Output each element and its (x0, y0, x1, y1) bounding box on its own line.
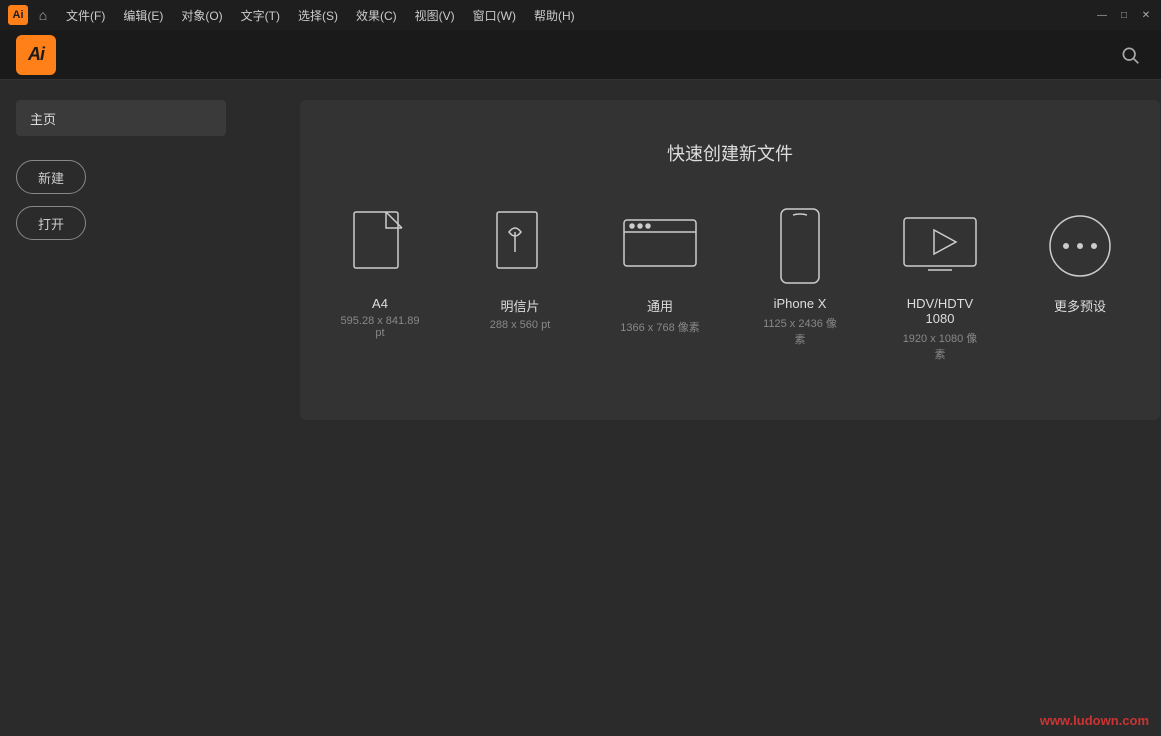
preset-a4[interactable]: A4 595.28 x 841.89 pt (340, 206, 420, 339)
preset-iphone[interactable]: iPhone X 1125 x 2436 像素 (760, 206, 840, 347)
preset-hdtv-size: 1920 x 1080 像素 (900, 330, 980, 362)
preset-hdtv-name: HDV/HDTV 1080 (900, 296, 980, 326)
preset-postcard[interactable]: 明信片 288 x 560 pt (480, 206, 560, 331)
titlebar: Ai ⌂ 文件(F)编辑(E)对象(O)文字(T)选择(S)效果(C)视图(V)… (0, 0, 1161, 30)
preset-generic[interactable]: 通用 1366 x 768 像素 (620, 206, 700, 335)
minimize-button[interactable]: — (1095, 8, 1109, 22)
menubar: 文件(F)编辑(E)对象(O)文字(T)选择(S)效果(C)视图(V)窗口(W)… (58, 3, 583, 28)
home-icon-titlebar[interactable]: ⌂ (34, 6, 52, 24)
sidebar: 主页 新建 打开 (0, 80, 280, 736)
ai-logo-main: Ai (16, 35, 56, 75)
header: Ai (0, 30, 1161, 80)
preset-a4-name: A4 (372, 296, 388, 311)
menu-item-文件(F)[interactable]: 文件(F) (58, 3, 113, 28)
preset-a4-size: 595.28 x 841.89 pt (340, 315, 420, 339)
preset-iphone-name: iPhone X (774, 296, 827, 311)
home-tab[interactable]: 主页 (16, 100, 226, 136)
titlebar-controls: — □ ✕ (1095, 8, 1153, 22)
preset-more[interactable]: 更多预设 (1040, 206, 1120, 319)
preset-generic-name: 通用 (647, 296, 673, 315)
menu-item-效果(C)[interactable]: 效果(C) (348, 3, 405, 28)
restore-button[interactable]: □ (1117, 8, 1131, 22)
open-button[interactable]: 打开 (16, 206, 86, 240)
quick-create-box: 快速创建新文件 A4 595.28 x 841.89 pt (300, 100, 1160, 420)
menu-item-视图(V)[interactable]: 视图(V) (407, 3, 463, 28)
preset-iphone-size: 1125 x 2436 像素 (760, 315, 840, 347)
preset-a4-icon (340, 206, 420, 286)
preset-postcard-name: 明信片 (500, 296, 539, 315)
presets-row: A4 595.28 x 841.89 pt 明信片 288 x 560 pt (340, 206, 1120, 362)
content: 主页 新建 打开 快速创建新文件 A4 595.28 x 841 (0, 80, 1161, 736)
preset-more-icon (1040, 206, 1120, 286)
menu-item-帮助(H)[interactable]: 帮助(H) (526, 3, 583, 28)
preset-hdtv[interactable]: HDV/HDTV 1080 1920 x 1080 像素 (900, 206, 980, 362)
main-panel: 快速创建新文件 A4 595.28 x 841.89 pt (280, 80, 1161, 736)
quick-create-title: 快速创建新文件 (340, 140, 1120, 166)
preset-hdtv-icon (900, 206, 980, 286)
new-button[interactable]: 新建 (16, 160, 86, 194)
ai-logo-small: Ai (8, 5, 28, 25)
preset-generic-icon (620, 206, 700, 286)
titlebar-left: Ai ⌂ 文件(F)编辑(E)对象(O)文字(T)选择(S)效果(C)视图(V)… (8, 3, 583, 28)
preset-iphone-icon (760, 206, 840, 286)
menu-item-选择(S)[interactable]: 选择(S) (290, 3, 346, 28)
menu-item-窗口(W)[interactable]: 窗口(W) (465, 3, 524, 28)
preset-generic-size: 1366 x 768 像素 (620, 319, 700, 335)
close-button[interactable]: ✕ (1139, 8, 1153, 22)
search-icon[interactable] (1115, 40, 1145, 70)
menu-item-编辑(E)[interactable]: 编辑(E) (115, 3, 171, 28)
menu-item-对象(O)[interactable]: 对象(O) (173, 3, 230, 28)
preset-postcard-size: 288 x 560 pt (490, 319, 551, 331)
menu-item-文字(T)[interactable]: 文字(T) (233, 3, 288, 28)
preset-more-name: 更多预设 (1054, 296, 1106, 315)
preset-postcard-icon (480, 206, 560, 286)
